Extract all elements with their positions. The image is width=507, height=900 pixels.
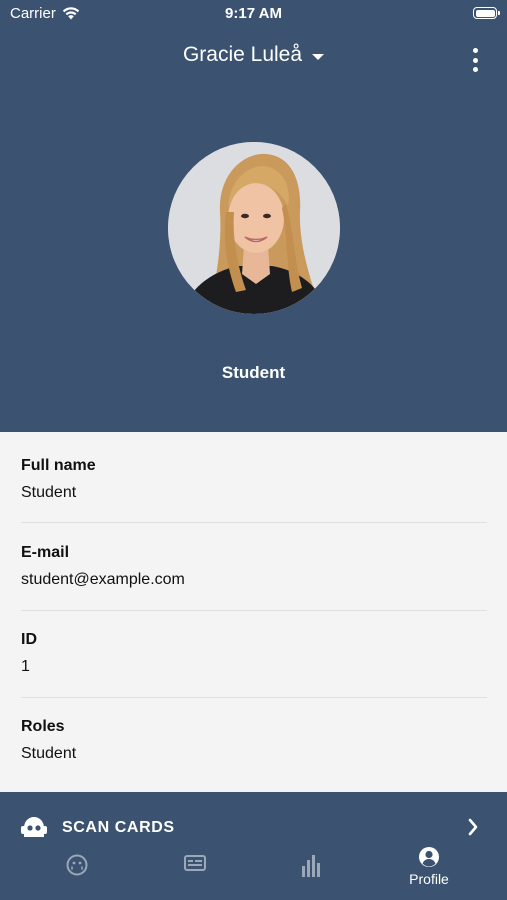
- tab-profile[interactable]: Profile: [366, 838, 492, 900]
- tab-profile-label: Profile: [409, 871, 449, 887]
- more-options-button[interactable]: [469, 48, 481, 72]
- more-vertical-icon: [472, 48, 478, 53]
- full-name-value: Student: [21, 484, 77, 501]
- email-value: student@example.com: [21, 571, 185, 588]
- account-name: Gracie Luleå: [182, 43, 303, 66]
- caret-down-icon: [312, 54, 325, 60]
- header: Gracie Luleå: [0, 38, 507, 78]
- avatar: [168, 142, 340, 314]
- scan-cards-label: SCAN CARDS: [62, 819, 175, 836]
- roles-label: Roles: [21, 718, 65, 735]
- scan-cards-button[interactable]: SCAN CARDS: [0, 792, 507, 838]
- tab-bar: Profile: [0, 838, 507, 900]
- profile-screen: Carrier 9:17 AM Gracie Luleå Student Ful…: [0, 0, 507, 900]
- status-time: 9:17 AM: [225, 5, 282, 22]
- scan-robot-icon: [21, 817, 47, 837]
- info-row-id: ID 1: [21, 606, 487, 693]
- account-switcher[interactable]: Gracie Luleå: [0, 43, 507, 67]
- status-bar: Carrier 9:17 AM: [0, 0, 507, 28]
- id-label: ID: [21, 631, 37, 648]
- profile-display-name: Student: [221, 363, 286, 382]
- card-icon: [184, 855, 206, 871]
- tab-statistics[interactable]: [249, 838, 375, 900]
- scan-circle-icon: [66, 854, 88, 876]
- profile-info-panel: Full name Student E-mail student@example…: [0, 432, 507, 792]
- chevron-right-icon: [468, 818, 478, 836]
- info-row-roles: Roles Student: [21, 693, 487, 780]
- full-name-label: Full name: [21, 457, 96, 474]
- roles-value: Student: [21, 745, 77, 762]
- tab-cards[interactable]: [132, 838, 258, 900]
- info-row-full-name: Full name Student: [21, 432, 487, 519]
- email-label: E-mail: [21, 544, 70, 561]
- bar-chart-icon: [302, 855, 320, 877]
- tab-scan[interactable]: [14, 838, 140, 900]
- id-value: 1: [21, 658, 30, 675]
- battery-icon: [473, 7, 500, 19]
- info-row-email: E-mail student@example.com: [21, 519, 487, 606]
- user-circle-icon: [419, 847, 439, 867]
